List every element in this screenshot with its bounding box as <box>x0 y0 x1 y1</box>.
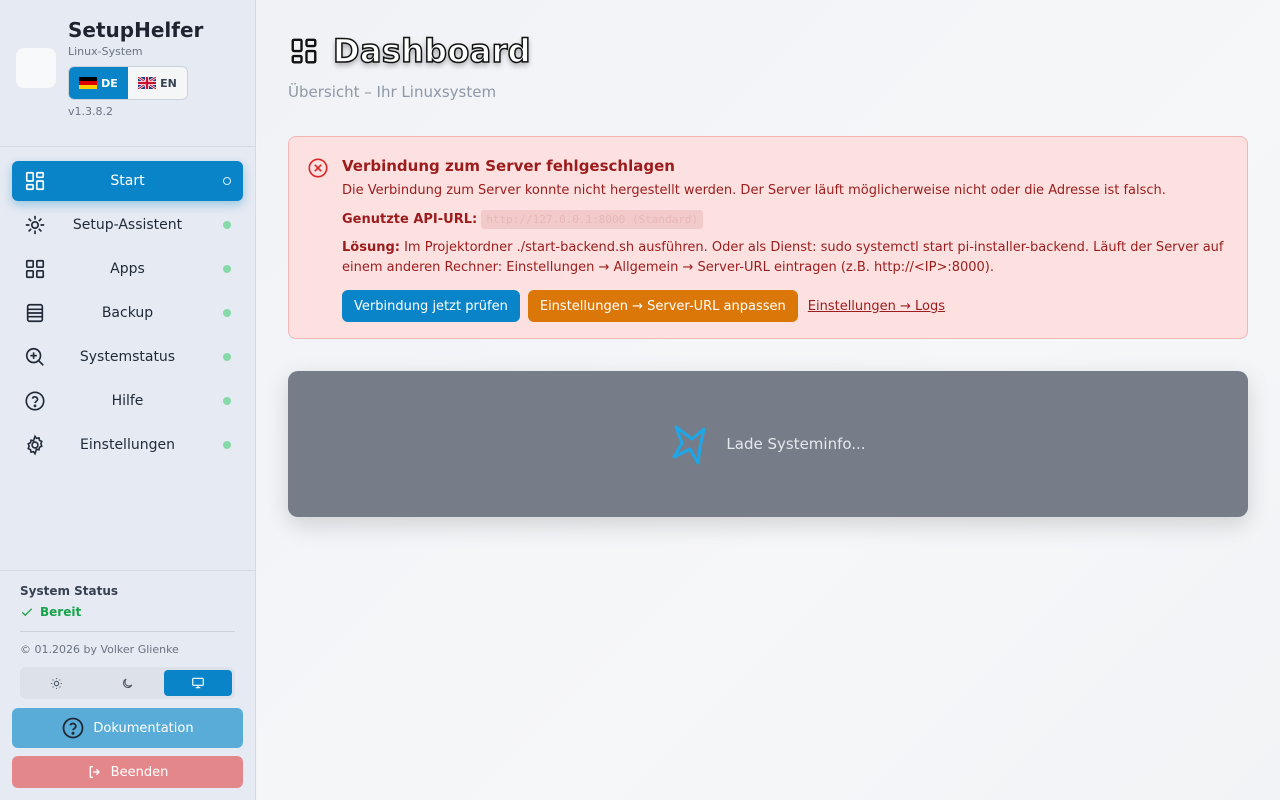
theme-system-button[interactable] <box>164 670 233 696</box>
system-status-title: System Status <box>20 584 119 598</box>
gear-icon <box>27 434 43 456</box>
api-url-label: Genutzte API-URL: <box>342 212 478 227</box>
status-dot <box>223 441 231 449</box>
status-dot <box>223 265 231 273</box>
help-circle-icon <box>25 391 45 411</box>
check-icon <box>21 608 33 617</box>
sidebar: SetupHelfer Linux-System DE EN v1.3.8.2 … <box>0 0 256 800</box>
error-circle-icon <box>308 158 328 178</box>
app-logo <box>16 48 56 88</box>
lang-de-button[interactable]: DE <box>69 67 128 99</box>
status-dot <box>223 397 231 405</box>
documentation-label: Dokumentation <box>93 720 194 736</box>
status-dot <box>223 353 231 361</box>
loading-text: Lade Systeminfo... <box>726 435 866 453</box>
sidebar-item-systemstatus[interactable]: Systemstatus <box>12 337 243 377</box>
lang-de-label: DE <box>101 76 118 90</box>
app-version: v1.3.8.2 <box>68 105 113 118</box>
sidebar-item-label: Start <box>110 173 145 189</box>
server-url-settings-button[interactable]: Einstellungen → Server-URL anpassen <box>527 290 798 322</box>
moon-icon <box>122 678 133 688</box>
theme-switcher <box>20 667 235 699</box>
apps-grid-icon <box>25 259 45 279</box>
sun-icon <box>51 677 63 689</box>
page-subtitle: Übersicht – Ihr Linuxsystem <box>288 83 497 101</box>
sidebar-item-setup-assistent[interactable]: Setup-Assistent <box>12 205 243 245</box>
app-subtitle: Linux-System <box>68 45 143 58</box>
sidebar-item-hilfe[interactable]: Hilfe <box>12 381 243 421</box>
loading-spinner-icon <box>672 425 706 465</box>
sidebar-item-apps[interactable]: Apps <box>12 249 243 289</box>
sidebar-item-label: Backup <box>101 305 154 321</box>
system-status-value: Bereit <box>40 605 82 619</box>
divider <box>20 631 235 632</box>
connection-error-alert: Verbindung zum Server fehlgeschlagen Die… <box>288 136 1248 339</box>
solution-text: Lösung: Im Projektordner ./start-backend… <box>342 238 1232 278</box>
de-flag-icon <box>79 77 98 89</box>
page-header: Dashboard <box>289 31 531 71</box>
app-name: SetupHelfer <box>68 18 204 42</box>
page-title: Dashboard <box>332 31 531 71</box>
check-connection-button[interactable]: Verbindung jetzt prüfen <box>342 290 520 322</box>
database-icon <box>26 303 44 323</box>
brand: SetupHelfer Linux-System DE EN v1.3.8.2 <box>16 18 246 128</box>
lang-en-button[interactable]: EN <box>128 67 187 99</box>
theme-light-button[interactable] <box>23 670 91 696</box>
logout-icon <box>89 766 100 778</box>
quit-label: Beenden <box>110 764 169 780</box>
system-info-card: Lade Systeminfo... <box>288 371 1248 517</box>
alert-actions: Verbindung jetzt prüfen Einstellungen → … <box>342 290 945 322</box>
system-status-badge: Bereit <box>20 605 81 619</box>
divider <box>0 570 256 571</box>
sidebar-item-label: Hilfe <box>111 393 144 409</box>
main-content: Dashboard Übersicht – Ihr Linuxsystem Ve… <box>257 0 1280 800</box>
status-dot <box>223 177 231 185</box>
logs-link[interactable]: Einstellungen → Logs <box>808 299 945 314</box>
sidebar-item-label: Apps <box>110 261 145 277</box>
api-url-value: http://127.0.0.1:8000 (Standard) <box>481 210 704 229</box>
help-circle-icon <box>62 717 84 739</box>
language-switcher: DE EN <box>68 66 188 100</box>
divider <box>0 146 256 147</box>
lang-en-label: EN <box>160 76 177 90</box>
quit-button[interactable]: Beenden <box>12 756 243 788</box>
monitor-icon <box>192 677 205 689</box>
solution-label: Lösung: <box>342 240 400 255</box>
alert-message: Die Verbindung zum Server konnte nicht h… <box>342 183 1166 198</box>
sidebar-item-label: Systemstatus <box>79 349 176 365</box>
dashboard-icon <box>25 171 45 191</box>
documentation-button[interactable]: Dokumentation <box>12 708 243 748</box>
dashboard-icon <box>291 38 317 64</box>
uk-flag-icon <box>138 77 157 89</box>
theme-dark-button[interactable] <box>94 670 162 696</box>
zoom-in-icon <box>25 347 44 366</box>
sidebar-item-backup[interactable]: Backup <box>12 293 243 333</box>
sidebar-nav: Start Setup-Assistent Apps Backup System… <box>12 161 243 469</box>
status-dot <box>223 309 231 317</box>
sidebar-item-einstellungen[interactable]: Einstellungen <box>12 425 243 465</box>
sidebar-item-label: Einstellungen <box>80 437 175 453</box>
copyright: © 01.2026 by Volker Glienke <box>20 643 179 656</box>
status-dot <box>223 221 231 229</box>
sidebar-item-label: Setup-Assistent <box>72 217 183 233</box>
alert-title: Verbindung zum Server fehlgeschlagen <box>342 157 675 175</box>
api-url-line: Genutzte API-URL: http://127.0.0.1:8000 … <box>342 210 704 229</box>
solution-body: Im Projektordner ./start-backend.sh ausf… <box>342 240 1224 275</box>
sparkle-icon <box>25 215 45 235</box>
sidebar-item-start[interactable]: Start <box>12 161 243 201</box>
